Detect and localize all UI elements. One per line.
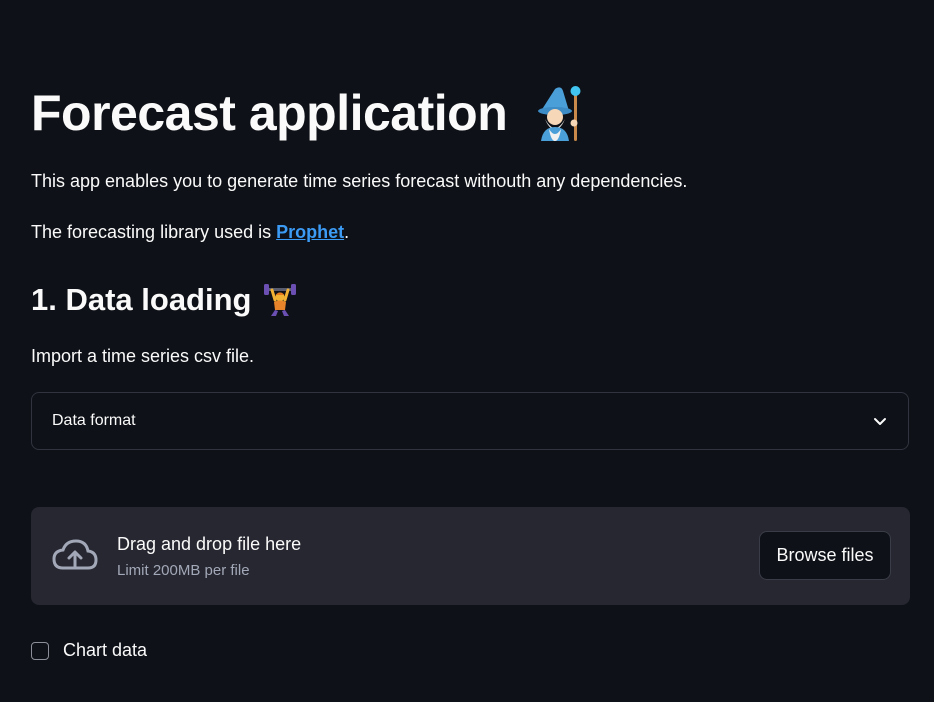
mage-emoji [538, 86, 581, 141]
dropzone-text: Drag and drop file here Limit 200MB per … [117, 533, 301, 579]
chart-data-label: Chart data [63, 640, 148, 660]
section-heading: 1. Data loading [31, 282, 252, 317]
library-suffix: . [344, 222, 350, 242]
browse-files-button[interactable]: Browse files [759, 531, 891, 580]
intro-text: This app enables you to generate time se… [31, 171, 688, 191]
weightlifter-emoji [264, 284, 297, 316]
chart-data-checkbox-row[interactable]: Chart data [31, 640, 147, 661]
section-heading-row: 1. Data loading [31, 279, 297, 321]
chart-data-checkbox[interactable] [31, 641, 49, 660]
page-title: Forecast application [31, 85, 508, 141]
prophet-link[interactable]: Prophet [276, 222, 344, 242]
data-format-expander[interactable]: Data format [31, 392, 909, 450]
dropzone-main-text: Drag and drop file here [117, 533, 302, 554]
file-dropzone[interactable]: Drag and drop file here Limit 200MB per … [31, 507, 910, 605]
library-prefix: The forecasting library used is [31, 222, 277, 242]
chevron-down-icon [874, 418, 886, 425]
title-row: Forecast application [31, 78, 583, 148]
app-page: Forecast application This app enables yo… [0, 0, 934, 702]
library-text: The forecasting library used is Prophet. [31, 221, 349, 244]
section-description: Import a time series csv file. [31, 346, 255, 366]
expander-label: Data format [52, 412, 136, 429]
cloud-upload-icon [52, 539, 98, 570]
dropzone-limit-text: Limit 200MB per file [117, 562, 250, 580]
